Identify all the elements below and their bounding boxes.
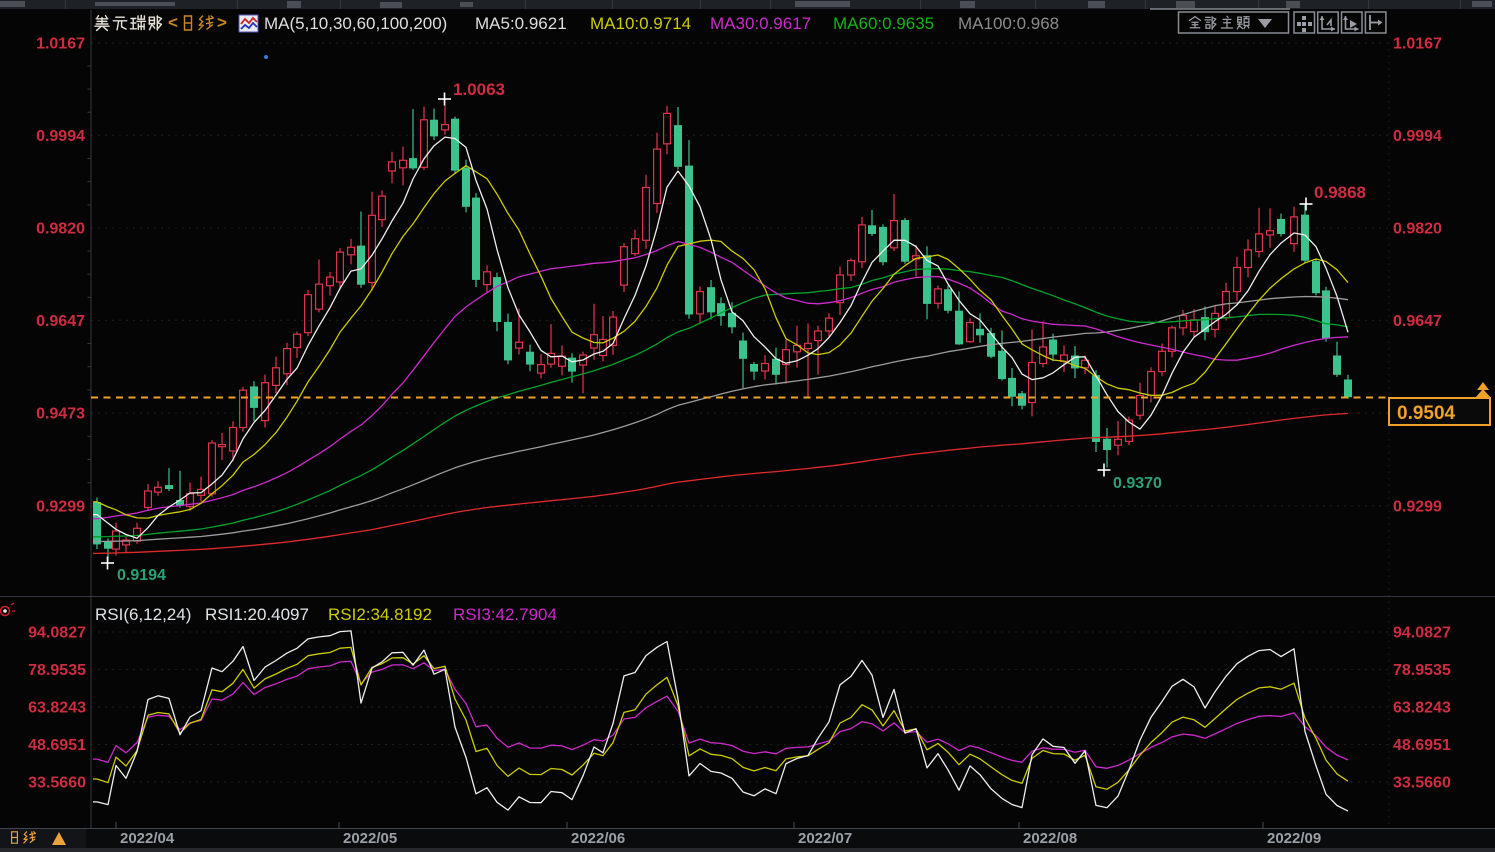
svg-text:MA(5,10,30,60,100,200): MA(5,10,30,60,100,200) <box>264 14 447 33</box>
svg-text:0.9647: 0.9647 <box>36 313 85 330</box>
svg-text:0.9994: 0.9994 <box>1393 128 1442 145</box>
svg-text:RSI3:42.7904: RSI3:42.7904 <box>453 605 557 624</box>
svg-text:0.9299: 0.9299 <box>36 498 85 515</box>
svg-text:0.9820: 0.9820 <box>1393 221 1442 238</box>
svg-text:MA10:0.9714: MA10:0.9714 <box>590 14 691 33</box>
svg-text:0.9473: 0.9473 <box>36 406 85 423</box>
svg-text:0.9299: 0.9299 <box>1393 498 1442 515</box>
svg-text:2022/04: 2022/04 <box>120 830 175 847</box>
svg-text:RSI1:20.4097: RSI1:20.4097 <box>205 605 309 624</box>
svg-text:33.5660: 33.5660 <box>28 775 86 792</box>
svg-text:48.6951: 48.6951 <box>28 737 86 754</box>
svg-text:78.9535: 78.9535 <box>28 662 86 679</box>
svg-text:0.9370: 0.9370 <box>1113 475 1162 492</box>
svg-text:<: < <box>168 13 178 32</box>
svg-text:MA100:0.968: MA100:0.968 <box>958 14 1059 33</box>
svg-text:48.6951: 48.6951 <box>1393 737 1451 754</box>
svg-text:MA5:0.9621: MA5:0.9621 <box>475 14 567 33</box>
svg-text:0.9868: 0.9868 <box>1314 183 1366 202</box>
svg-text:1.0063: 1.0063 <box>453 80 505 99</box>
svg-text:2022/08: 2022/08 <box>1023 830 1077 847</box>
svg-text:94.0827: 94.0827 <box>28 625 86 642</box>
svg-text:2022/09: 2022/09 <box>1267 830 1321 847</box>
svg-text:2022/06: 2022/06 <box>571 830 625 847</box>
svg-text:1.0167: 1.0167 <box>36 36 85 53</box>
svg-text:0.9820: 0.9820 <box>36 221 85 238</box>
svg-text:0.9647: 0.9647 <box>1393 313 1442 330</box>
svg-text:RSI(6,12,24): RSI(6,12,24) <box>95 605 191 624</box>
svg-text:94.0827: 94.0827 <box>1393 625 1451 642</box>
svg-text:1.0167: 1.0167 <box>1393 36 1442 53</box>
svg-text:2022/05: 2022/05 <box>343 830 397 847</box>
svg-text:63.8243: 63.8243 <box>28 700 86 717</box>
svg-text:RSI2:34.8192: RSI2:34.8192 <box>328 605 432 624</box>
svg-text:MA30:0.9617: MA30:0.9617 <box>710 14 811 33</box>
svg-text:0.9194: 0.9194 <box>117 567 166 584</box>
svg-text:78.9535: 78.9535 <box>1393 662 1451 679</box>
svg-text:2022/07: 2022/07 <box>798 830 852 847</box>
svg-text:63.8243: 63.8243 <box>1393 700 1451 717</box>
svg-text:33.5660: 33.5660 <box>1393 775 1451 792</box>
svg-text:0.9504: 0.9504 <box>1397 403 1456 424</box>
svg-text:0.9994: 0.9994 <box>36 128 85 145</box>
svg-text:>: > <box>217 13 227 32</box>
svg-text:MA60:0.9635: MA60:0.9635 <box>833 14 934 33</box>
